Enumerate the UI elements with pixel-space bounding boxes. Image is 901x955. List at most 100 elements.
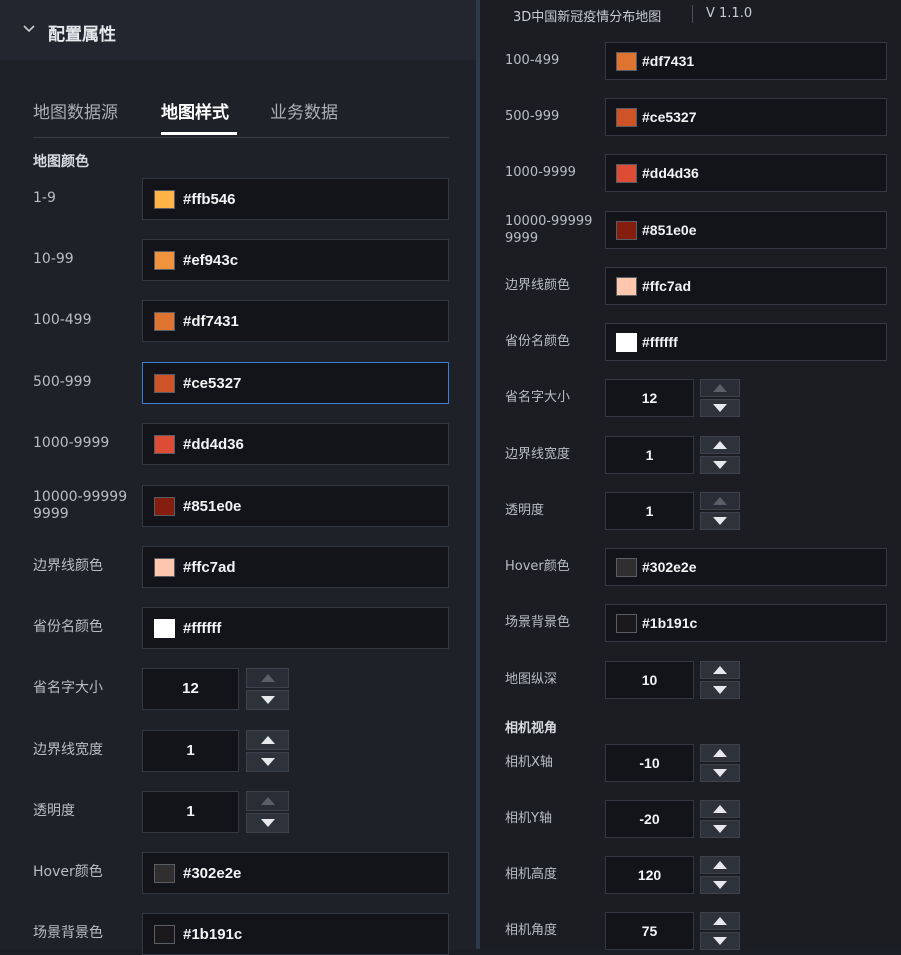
number-input[interactable]: 12 [605, 379, 694, 417]
color-hex-value: #dd4d36 [183, 436, 244, 453]
color-swatch[interactable] [616, 107, 637, 127]
arrow-down-icon [713, 404, 727, 412]
decrement-button[interactable] [246, 690, 289, 710]
number-input[interactable]: 1 [605, 436, 694, 474]
row-label: 边界线颜色 [505, 278, 571, 293]
config-panel-header[interactable]: 配置属性 [0, 0, 476, 60]
color-swatch[interactable] [154, 557, 175, 577]
color-swatch[interactable] [154, 311, 175, 331]
color-swatch[interactable] [616, 332, 637, 352]
color-picker-field[interactable]: #851e0e [142, 485, 449, 527]
color-picker-field[interactable]: #dd4d36 [605, 154, 887, 192]
arrow-down-icon [260, 819, 275, 827]
number-input[interactable]: 10 [605, 661, 694, 699]
color-swatch[interactable] [616, 220, 637, 240]
color-picker-field[interactable]: #ffc7ad [605, 267, 887, 305]
section-title-camera: 相机视角 [505, 721, 558, 736]
increment-button[interactable] [700, 744, 740, 762]
increment-button[interactable] [700, 912, 740, 930]
increment-button[interactable] [700, 379, 740, 397]
color-swatch[interactable] [616, 276, 637, 296]
decrement-button[interactable] [246, 813, 289, 833]
color-picker-field[interactable]: #ffb546 [142, 178, 449, 220]
number-input[interactable]: -20 [605, 800, 694, 838]
row-label: 1000-9999 [505, 165, 576, 180]
color-swatch[interactable] [154, 924, 175, 944]
color-picker-field[interactable]: #ffffff [605, 323, 887, 361]
color-hex-value: #ffb546 [183, 191, 236, 208]
arrow-down-icon [713, 825, 727, 833]
increment-button[interactable] [700, 856, 740, 874]
color-hex-value: #ffc7ad [183, 559, 236, 576]
color-hex-value: #ce5327 [642, 109, 697, 125]
chevron-down-icon[interactable] [22, 22, 36, 36]
tab-map-datasource[interactable]: 地图数据源 [33, 98, 118, 123]
color-picker-field[interactable]: #df7431 [605, 42, 887, 80]
app-version: V 1.1.0 [706, 6, 753, 21]
color-picker-field[interactable]: #ffffff [142, 607, 449, 649]
color-picker-field[interactable]: #dd4d36 [142, 423, 449, 465]
number-input[interactable]: 120 [605, 856, 694, 894]
color-hex-value: #ce5327 [183, 375, 242, 392]
arrow-down-icon [713, 686, 727, 694]
decrement-button[interactable] [700, 764, 740, 782]
decrement-button[interactable] [246, 752, 289, 772]
number-input[interactable]: 1 [142, 730, 239, 772]
color-swatch[interactable] [154, 373, 175, 393]
tab-map-style[interactable]: 地图样式 [161, 98, 229, 123]
row-label: 省份名颜色 [505, 334, 571, 349]
row-label-line: 10000-99999 [33, 489, 128, 505]
decrement-button[interactable] [700, 932, 740, 950]
color-picker-field[interactable]: #ce5327 [142, 362, 449, 404]
row-label: 透明度 [33, 803, 75, 819]
arrow-up-icon [260, 736, 275, 744]
decrement-button[interactable] [700, 876, 740, 894]
number-input[interactable]: 1 [142, 791, 239, 833]
color-swatch[interactable] [616, 613, 637, 633]
arrow-down-icon [713, 461, 727, 469]
color-swatch[interactable] [154, 618, 175, 638]
tab-business-data[interactable]: 业务数据 [270, 98, 338, 123]
color-swatch[interactable] [154, 250, 175, 270]
color-swatch[interactable] [154, 189, 175, 209]
decrement-button[interactable] [700, 820, 740, 838]
color-swatch[interactable] [616, 163, 637, 183]
increment-button[interactable] [700, 436, 740, 454]
increment-button[interactable] [246, 668, 289, 688]
row-label: 边界线宽度 [505, 447, 571, 462]
arrow-up-icon [713, 384, 727, 392]
color-picker-field[interactable]: #ef943c [142, 239, 449, 281]
number-input[interactable]: -10 [605, 744, 694, 782]
arrow-up-icon [713, 917, 727, 925]
increment-button[interactable] [700, 492, 740, 510]
color-swatch[interactable] [616, 557, 637, 577]
number-input[interactable]: 75 [605, 912, 694, 950]
color-swatch[interactable] [154, 863, 175, 883]
increment-button[interactable] [700, 661, 740, 679]
color-picker-field[interactable]: #302e2e [142, 852, 449, 894]
color-swatch[interactable] [154, 434, 175, 454]
number-input[interactable]: 1 [605, 492, 694, 530]
title-separator [692, 5, 693, 23]
decrement-button[interactable] [700, 512, 740, 530]
increment-button[interactable] [246, 730, 289, 750]
row-label: 500-999 [505, 109, 560, 124]
color-picker-field[interactable]: #851e0e [605, 211, 887, 249]
number-input[interactable]: 12 [142, 668, 239, 710]
arrow-up-icon [713, 861, 727, 869]
color-picker-field[interactable]: #ffc7ad [142, 546, 449, 588]
decrement-button[interactable] [700, 399, 740, 417]
color-hex-value: #dd4d36 [642, 165, 699, 181]
increment-button[interactable] [700, 800, 740, 818]
color-swatch[interactable] [616, 51, 637, 71]
decrement-button[interactable] [700, 681, 740, 699]
color-picker-field[interactable]: #302e2e [605, 548, 887, 586]
color-picker-field[interactable]: #1b191c [605, 604, 887, 642]
row-label: 场景背景色 [505, 615, 571, 630]
increment-button[interactable] [246, 791, 289, 811]
color-swatch[interactable] [154, 496, 175, 516]
decrement-button[interactable] [700, 456, 740, 474]
color-picker-field[interactable]: #df7431 [142, 300, 449, 342]
color-picker-field[interactable]: #ce5327 [605, 98, 887, 136]
arrow-down-icon [260, 696, 275, 704]
